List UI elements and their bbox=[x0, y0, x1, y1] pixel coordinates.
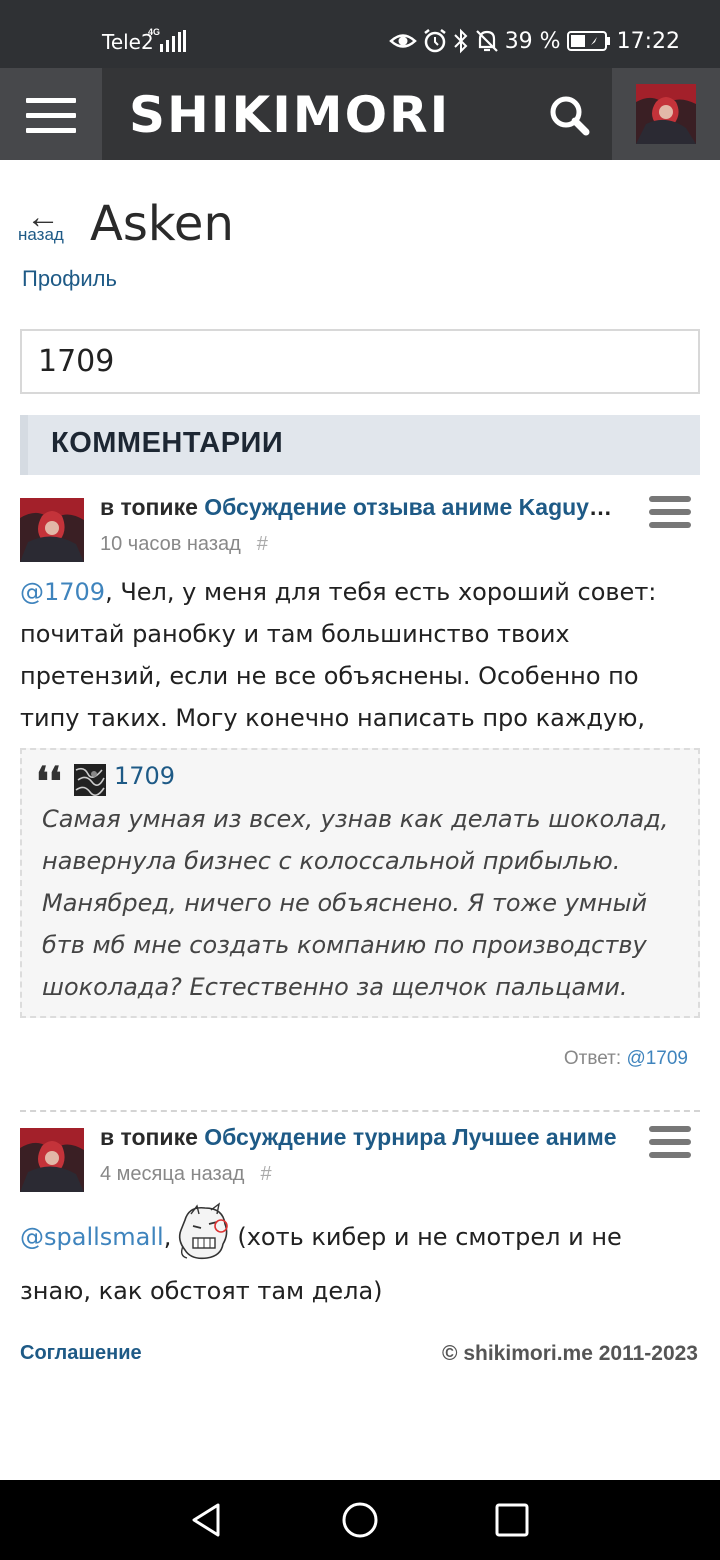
mention-link[interactable]: @spallsmall bbox=[20, 1223, 164, 1251]
battery-percent: 39 % bbox=[504, 28, 561, 54]
comment-time: 4 месяца назад # bbox=[100, 1163, 272, 1186]
reply-mention-link[interactable]: @1709 bbox=[626, 1048, 688, 1069]
comment-body: @spallsmall, (хоть кибер и не смотрел и … bbox=[20, 1202, 700, 1318]
app-header: SHIKIMORI bbox=[0, 68, 720, 160]
menu-icon bbox=[649, 1152, 691, 1158]
reply-label: Ответ: bbox=[563, 1048, 622, 1069]
menu-icon bbox=[26, 113, 76, 118]
comment-menu-button[interactable] bbox=[649, 1126, 693, 1166]
page-title: Asken bbox=[90, 196, 234, 252]
reply-line: Ответ: @1709 bbox=[564, 1048, 688, 1070]
comment-topic-line: в топике Обсуждение отзыва аниме Kaguya-… bbox=[100, 494, 620, 521]
mute-icon bbox=[475, 30, 498, 52]
copyright: © shikimori.me 2011-2023 bbox=[442, 1342, 698, 1365]
brand-title: SHIKIMORI bbox=[129, 86, 451, 144]
search-button[interactable] bbox=[530, 68, 610, 160]
quote-block: ❛❛ 1709 Самая умная из всех, узнав как д… bbox=[20, 748, 700, 1018]
signal-icon bbox=[160, 30, 186, 52]
quote-author-avatar bbox=[74, 764, 106, 796]
battery-icon bbox=[566, 31, 610, 51]
comment-timestamp[interactable]: 10 часов назад bbox=[100, 533, 241, 555]
menu-icon bbox=[26, 98, 76, 103]
quote-icon: ❛❛ bbox=[36, 758, 62, 805]
search-icon bbox=[550, 96, 590, 136]
bluetooth-icon bbox=[453, 28, 468, 54]
system-nav-bar bbox=[0, 1480, 720, 1560]
clock: 17:22 bbox=[616, 28, 680, 54]
comment-menu-button[interactable] bbox=[649, 496, 693, 536]
permalink-hash[interactable]: # bbox=[260, 1163, 271, 1185]
quote-author-link[interactable]: 1709 bbox=[114, 762, 175, 790]
in-topic-label: в топике bbox=[100, 494, 198, 520]
user-avatar bbox=[636, 84, 696, 144]
back-icon[interactable] bbox=[186, 1500, 226, 1540]
comment-timestamp[interactable]: 4 месяца назад bbox=[100, 1163, 244, 1185]
section-header: КОММЕНТАРИИ bbox=[20, 415, 700, 475]
section-title: КОММЕНТАРИИ bbox=[51, 427, 284, 459]
menu-icon bbox=[26, 128, 76, 133]
alarm-icon bbox=[423, 29, 446, 53]
status-bar: Tele2 4G 39 % 17:22 bbox=[0, 0, 720, 68]
profile-link[interactable]: Профиль bbox=[22, 266, 117, 292]
user-menu-button[interactable] bbox=[612, 68, 720, 160]
menu-button[interactable] bbox=[0, 68, 102, 160]
back-label: назад bbox=[18, 225, 64, 244]
menu-icon bbox=[649, 496, 691, 502]
comment-text: , Чел, у меня для тебя есть хороший сове… bbox=[20, 578, 657, 774]
topic-link[interactable]: Обсуждение отзыва аниме Kaguya-sama bbox=[204, 494, 620, 520]
comment-divider bbox=[20, 1110, 700, 1112]
quote-text: Самая умная из всех, узнав как делать шо… bbox=[42, 805, 669, 1001]
menu-icon bbox=[649, 509, 691, 515]
comment-topic-line: в топике Обсуждение турнира Лучшее аниме bbox=[100, 1124, 620, 1151]
search-input[interactable]: 1709 bbox=[20, 329, 700, 394]
menu-icon bbox=[649, 1139, 691, 1145]
in-topic-label: в топике bbox=[100, 1124, 198, 1150]
home-icon[interactable] bbox=[340, 1500, 380, 1540]
back-link[interactable]: ← назад bbox=[18, 200, 78, 250]
topic-link[interactable]: Обсуждение турнира Лучшее аниме bbox=[204, 1124, 616, 1150]
agreement-link[interactable]: Соглашение bbox=[20, 1342, 142, 1365]
permalink-hash[interactable]: # bbox=[257, 533, 268, 555]
menu-icon bbox=[649, 522, 691, 528]
mention-link[interactable]: @1709 bbox=[20, 578, 105, 606]
comment-time: 10 часов назад # bbox=[100, 533, 268, 556]
network-type: 4G bbox=[148, 27, 161, 37]
comment-author-avatar[interactable] bbox=[20, 498, 84, 562]
carrier-name: Tele2 bbox=[102, 30, 154, 54]
comment-separator: , bbox=[163, 1223, 172, 1251]
eye-icon bbox=[388, 34, 417, 48]
comment-author-avatar[interactable] bbox=[20, 1128, 84, 1192]
smiley-icon bbox=[179, 1202, 229, 1260]
menu-icon bbox=[649, 1126, 691, 1132]
recents-icon[interactable] bbox=[492, 1500, 532, 1540]
